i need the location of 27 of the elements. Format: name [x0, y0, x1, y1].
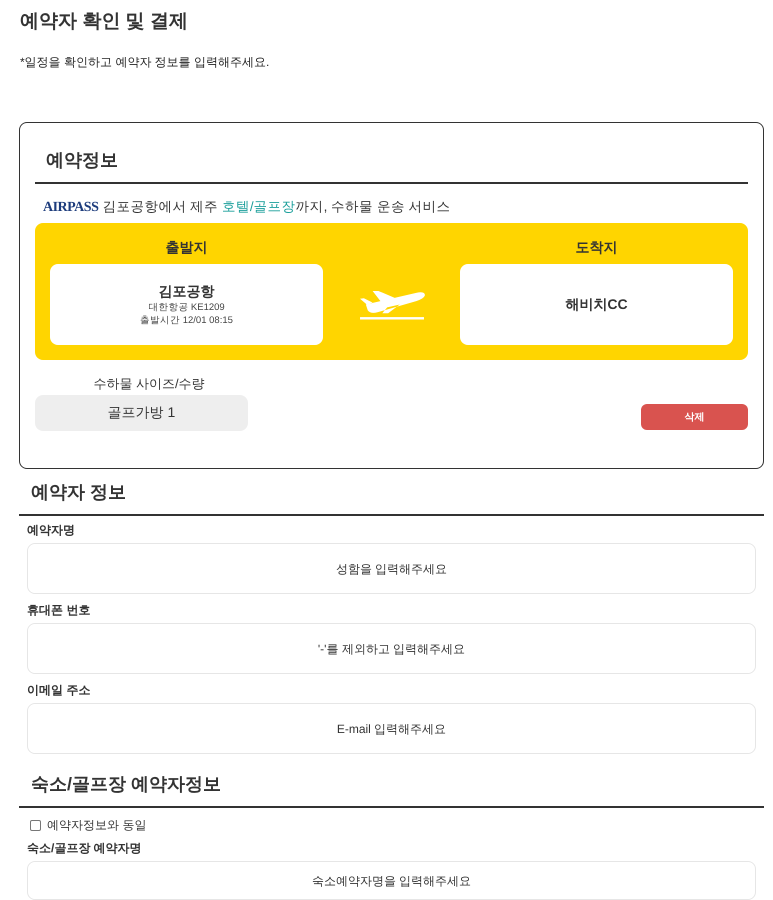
tagline-text: 김포공항에서 제주 호텔/골프장까지, 수하물 운송 서비스	[102, 198, 451, 216]
field-label: 숙소/골프장 예약자명	[27, 840, 143, 856]
field-label: 이메일 주소	[27, 682, 92, 698]
logo-text: AIRPASS	[43, 199, 98, 217]
notice-text: *일정을 확인하고 예약자 정보를 입력해주세요.	[20, 54, 270, 70]
flight-detail: 출발시간 12/01 08:15	[140, 314, 233, 327]
input-field[interactable]: 성함을 입력해주세요	[27, 543, 756, 594]
flight-detail: 대한항공 KE1209	[148, 301, 225, 314]
field-label: 휴대폰 번호	[27, 602, 92, 618]
place-name: 해비치CC	[565, 295, 628, 314]
page-title: 예약자 확인 및 결제	[20, 10, 189, 34]
section-title: 숙소/골프장 예약자정보	[31, 773, 222, 796]
input-field[interactable]: 숙소예약자명을 입력해주세요	[27, 861, 756, 900]
input-field[interactable]: '-'를 제외하고 입력해주세요	[27, 623, 756, 674]
delete-button[interactable]: 삭제	[641, 404, 748, 430]
route-label: 도착지	[576, 238, 618, 257]
input-field[interactable]: E-mail 입력해주세요	[27, 703, 756, 754]
checkbox[interactable]	[30, 820, 41, 830]
section-title: 예약자 정보	[31, 481, 128, 504]
baggage-label: 수하물 사이즈/수량	[92, 375, 205, 393]
checkbox-label[interactable]: 예약자정보와 동일	[47, 817, 146, 833]
section-title: 예약정보	[46, 149, 119, 172]
baggage-item: 골프가방 1	[35, 395, 248, 431]
field-label: 예약자명	[27, 522, 76, 538]
airplane-takeoff-icon	[358, 289, 426, 320]
place-name: 김포공항	[158, 282, 214, 301]
route-label: 출발지	[166, 238, 208, 257]
